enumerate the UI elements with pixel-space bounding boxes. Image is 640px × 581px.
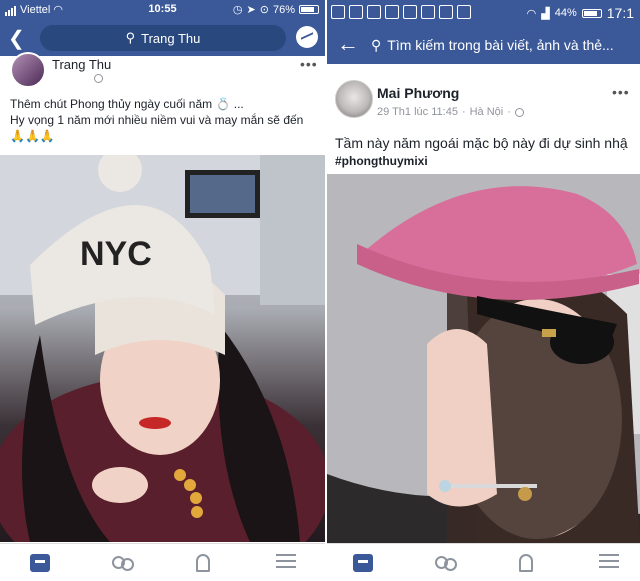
post-author[interactable]: Trang Thu (52, 57, 111, 72)
hashtag-link[interactable]: #phongthuymixi (335, 154, 428, 168)
avatar[interactable] (335, 80, 373, 118)
status-right: ◷ ➤ ⊙ 76% (233, 3, 319, 16)
globe-icon (94, 74, 103, 83)
post-location[interactable]: Hà Nội (470, 106, 504, 118)
location-icon: ➤ (246, 4, 256, 16)
status-bar: ◠ ▟ 44% 17:1 (327, 0, 640, 26)
menu-icon[interactable] (276, 554, 296, 568)
post-text-line: 🙏🙏🙏 (10, 129, 55, 143)
post-time: 29 Th1 lúc 11:45 (377, 106, 458, 118)
notifications-icon[interactable] (196, 554, 210, 572)
top-nav: ← ⚲ Tìm kiếm trong bài viết, ảnh và thẻ.… (327, 26, 640, 64)
clock-icon: ⊙ (259, 4, 269, 16)
battery-percent: 76% (272, 3, 295, 16)
post-author[interactable]: Mai Phương (377, 85, 459, 101)
post-photo[interactable] (327, 174, 640, 545)
post-meta: 29 Th1 lúc 11:45 · Hà Nội · (377, 106, 524, 118)
post-text-line: Thêm chút Phong thủy ngày cuối năm 💍 ... (10, 97, 244, 111)
signal-icon: ▟ (541, 7, 550, 20)
app-icon (385, 5, 399, 19)
separator-dot: · (461, 106, 466, 118)
skype-icon (349, 5, 363, 19)
instagram-icon (439, 5, 453, 19)
left-phone-screen: Viettel ◠ 10:55 ◷ ➤ ⊙ 76% ❮ ⚲ Trang Thu … (0, 0, 325, 581)
search-label: Trang Thu (141, 30, 201, 46)
avatar[interactable] (10, 52, 46, 88)
messenger-notif-icon (331, 5, 345, 19)
friends-icon[interactable] (112, 554, 134, 572)
app-icon (403, 5, 417, 19)
battery-icon (299, 5, 319, 14)
messenger-icon[interactable] (296, 26, 318, 48)
hat-text: NYC (80, 235, 152, 273)
top-nav: ❮ ⚲ Trang Thu (0, 20, 325, 56)
post-text: Thêm chút Phong thủy ngày cuối năm 💍 ...… (10, 96, 320, 144)
photo-illustration: NYC (0, 155, 325, 542)
screenshot-pair: Viettel ◠ 10:55 ◷ ➤ ⊙ 76% ❮ ⚲ Trang Thu … (0, 0, 640, 581)
more-options-icon[interactable]: ••• (612, 84, 630, 100)
post-photo[interactable]: NYC (0, 155, 325, 542)
battery-percent: 44% (554, 7, 577, 19)
news-feed-icon[interactable] (30, 554, 50, 572)
right-phone-screen: ◠ ▟ 44% 17:1 ← ⚲ Tìm kiếm trong bài viết… (327, 0, 640, 581)
search-field[interactable]: ⚲ Tìm kiếm trong bài viết, ảnh và thẻ... (371, 33, 640, 57)
status-bar: Viettel ◠ 10:55 ◷ ➤ ⊙ 76% (0, 0, 325, 20)
notifications-icon[interactable] (519, 554, 533, 572)
back-icon[interactable]: ❮ (8, 26, 25, 51)
notification-icons (331, 5, 471, 19)
separator-dot: · (507, 106, 511, 118)
email-icon (457, 5, 471, 19)
alarm-icon: ◷ (232, 4, 243, 16)
status-time: 17:1 (606, 5, 634, 21)
facebook-icon (367, 5, 381, 19)
menu-icon[interactable] (599, 554, 619, 568)
friends-icon[interactable] (435, 554, 457, 572)
search-placeholder: Tìm kiếm trong bài viết, ảnh và thẻ... (387, 37, 614, 53)
globe-icon (514, 107, 524, 117)
photo-illustration (327, 174, 640, 545)
post-text: Tầm này năm ngoái mặc bộ này đi dự sinh … (335, 135, 628, 151)
search-bar[interactable]: ⚲ Trang Thu (40, 25, 286, 51)
back-arrow-icon[interactable]: ← (337, 31, 359, 57)
search-icon: ⚲ (125, 30, 136, 45)
more-options-icon[interactable]: ••• (300, 56, 318, 72)
news-feed-icon[interactable] (353, 554, 373, 572)
wifi-icon: ◠ (526, 7, 537, 20)
post-text-line: Hy vọng 1 năm mới nhiều niềm vui và may … (10, 113, 304, 127)
search-icon: ⚲ (371, 36, 382, 53)
bottom-tab-bar (0, 543, 325, 581)
viber-icon (421, 5, 435, 19)
status-right: ◠ ▟ 44% 17:1 (527, 5, 634, 21)
bottom-tab-bar (327, 543, 640, 581)
battery-icon (581, 8, 602, 18)
